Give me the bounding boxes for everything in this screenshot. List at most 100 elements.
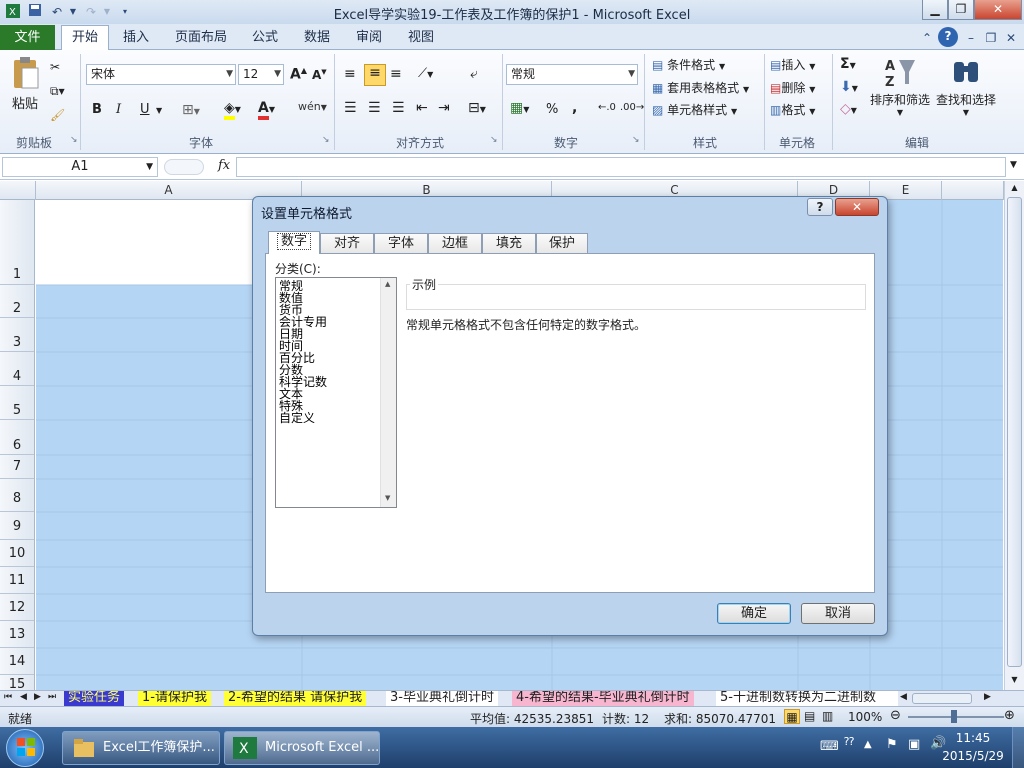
sheet-tab-3[interactable]: 3-毕业典礼倒计时 <box>386 691 498 706</box>
format-cells-button[interactable]: ▥格式 ▼ <box>770 101 815 118</box>
comma-button[interactable]: , <box>572 100 577 116</box>
formula-input[interactable] <box>236 157 1006 177</box>
zoom-level[interactable]: 100% <box>848 710 882 724</box>
font-color-icon[interactable]: A▼ <box>258 100 275 120</box>
zoom-out-icon[interactable]: ⊖ <box>890 708 901 723</box>
sheet-tab-2[interactable]: 2-希望的结果 请保护我 <box>224 691 367 706</box>
insert-cells-button[interactable]: ▤插入 ▼ <box>770 56 815 73</box>
fill-icon[interactable]: ⬇▼ <box>840 79 858 95</box>
copy-icon[interactable]: ⧉▾ <box>50 84 65 99</box>
page-layout-view-icon[interactable]: ▤ <box>804 709 815 723</box>
taskbar-item-excel[interactable]: X Microsoft Excel ... <box>224 731 380 765</box>
hscroll-right-icon[interactable]: ▶ <box>984 692 991 702</box>
row-header-3[interactable]: 3 <box>0 318 34 352</box>
category-list[interactable]: 常规 数值 货币 会计专用 日期 时间 百分比 分数 科学记数 文本 特殊 自定… <box>275 277 397 508</box>
prev-sheet-icon[interactable]: ◀ <box>20 692 27 702</box>
start-button[interactable] <box>6 729 44 767</box>
row-header-13[interactable]: 13 <box>0 621 34 648</box>
normal-view-icon[interactable]: ▦ <box>784 709 800 724</box>
decrease-indent-icon[interactable]: ⇤ <box>416 100 428 116</box>
format-as-table-button[interactable]: ▦ 套用表格格式 ▼ <box>652 79 749 96</box>
delete-cells-button[interactable]: ▤删除 ▼ <box>770 79 815 96</box>
row-header-5[interactable]: 5 <box>0 386 34 420</box>
row-header-4[interactable]: 4 <box>0 352 34 386</box>
workbook-restore-icon[interactable]: ❐ <box>982 29 1000 47</box>
help-icon[interactable]: ? <box>938 27 958 47</box>
percent-button[interactable]: % <box>546 102 558 117</box>
select-all-corner[interactable] <box>0 181 36 200</box>
tray-expand-icon[interactable]: ▲ <box>864 739 872 750</box>
scroll-down-icon[interactable]: ▼ <box>385 494 390 502</box>
row-header-12[interactable]: 12 <box>0 594 34 621</box>
dialog-tab-fill[interactable]: 填充 <box>482 233 536 254</box>
tab-page-layout[interactable]: 页面布局 <box>168 28 234 50</box>
align-right-icon[interactable]: ☰ <box>392 100 405 116</box>
row-header-15[interactable]: 15 <box>0 675 34 692</box>
row-header-10[interactable]: 10 <box>0 540 34 567</box>
row-header-6[interactable]: 6 <box>0 420 34 455</box>
increase-font-icon[interactable]: A▲ <box>290 66 307 83</box>
align-top-icon[interactable]: ≡ <box>344 66 356 82</box>
underline-dropdown-icon[interactable]: ▼ <box>156 106 162 115</box>
show-desktop-button[interactable] <box>1012 727 1024 768</box>
number-launcher-icon[interactable]: ↘ <box>632 135 640 145</box>
scroll-thumb[interactable] <box>1007 197 1022 667</box>
cell-styles-button[interactable]: ▨ 单元格样式 ▼ <box>652 101 737 118</box>
format-painter-icon[interactable]: 🖌 <box>50 108 65 122</box>
number-format-combo[interactable]: 常规 ▼ <box>506 64 638 85</box>
dialog-tab-font[interactable]: 字体 <box>374 233 428 254</box>
hscroll-left-icon[interactable]: ◀ <box>900 692 907 702</box>
restore-button[interactable]: ❐ <box>948 0 974 20</box>
underline-button[interactable]: U <box>140 102 150 117</box>
orientation-icon[interactable]: ⟋▼ <box>418 66 433 81</box>
decrease-font-icon[interactable]: A▼ <box>312 68 327 82</box>
align-middle-icon[interactable]: ≡ <box>364 64 386 86</box>
align-center-icon[interactable]: ☰ <box>368 100 381 116</box>
font-name-combo[interactable]: 宋体 ▼ <box>86 64 236 85</box>
network-icon[interactable]: ▣ <box>908 737 920 752</box>
decrease-decimal-icon[interactable]: .00→ <box>620 102 644 113</box>
row-header-14[interactable]: 14 <box>0 648 34 675</box>
tab-review[interactable]: 审阅 <box>348 28 390 50</box>
scroll-up-icon[interactable]: ▲ <box>1007 181 1022 195</box>
increase-indent-icon[interactable]: ⇥ <box>438 100 450 116</box>
ribbon-collapse-icon[interactable]: ⌃ <box>918 29 936 47</box>
tab-file[interactable]: 文件 <box>0 25 55 50</box>
find-select-button[interactable]: 查找和选择 ▼ <box>934 56 998 117</box>
row-header-8[interactable]: 8 <box>0 479 34 512</box>
taskbar-item-folder[interactable]: Excel工作簿保护... <box>62 731 220 765</box>
dialog-tab-border[interactable]: 边框 <box>428 233 482 254</box>
name-box[interactable]: A1 ▼ <box>2 157 158 177</box>
tab-view[interactable]: 视图 <box>400 28 442 50</box>
row-header-11[interactable]: 11 <box>0 567 34 594</box>
alignment-launcher-icon[interactable]: ↘ <box>490 135 498 145</box>
row-header-7[interactable]: 7 <box>0 455 34 479</box>
hscroll-thumb[interactable] <box>912 693 972 704</box>
dialog-tab-alignment[interactable]: 对齐 <box>320 233 374 254</box>
cancel-button[interactable]: 取消 <box>801 603 875 624</box>
font-size-combo[interactable]: 12 ▼ <box>238 64 284 85</box>
italic-button[interactable]: I <box>116 102 121 117</box>
align-left-icon[interactable]: ☰ <box>344 100 357 116</box>
merge-center-icon[interactable]: ⊟▼ <box>468 100 486 116</box>
cut-icon[interactable]: ✂ <box>50 60 60 74</box>
last-sheet-icon[interactable]: ⏭ <box>48 692 56 702</box>
workbook-minimize-icon[interactable]: – <box>962 29 980 47</box>
align-bottom-icon[interactable]: ≡ <box>390 66 402 82</box>
ime-icon[interactable]: ⁇ <box>844 735 854 748</box>
expand-formula-icon[interactable]: ▼ <box>1010 160 1017 170</box>
next-sheet-icon[interactable]: ▶ <box>34 692 41 702</box>
dialog-tab-protection[interactable]: 保护 <box>536 233 588 254</box>
sheet-tab-task[interactable]: 实验任务 <box>64 691 125 706</box>
scroll-down-icon[interactable]: ▼ <box>1007 673 1022 687</box>
sheet-tab-1[interactable]: 1-请保护我 <box>138 691 211 706</box>
zoom-in-icon[interactable]: ⊕ <box>1004 708 1015 723</box>
tab-home[interactable]: 开始 <box>61 25 109 51</box>
currency-icon[interactable]: ▦▼ <box>510 100 529 116</box>
clipboard-launcher-icon[interactable]: ↘ <box>70 135 78 145</box>
dialog-help-button[interactable]: ? <box>807 198 833 216</box>
clock-date[interactable]: 2015/5/29 <box>940 749 1006 763</box>
increase-decimal-icon[interactable]: ←.0 <box>598 102 616 113</box>
bold-button[interactable]: B <box>92 102 102 117</box>
phonetic-icon[interactable]: wén▼ <box>298 100 327 113</box>
